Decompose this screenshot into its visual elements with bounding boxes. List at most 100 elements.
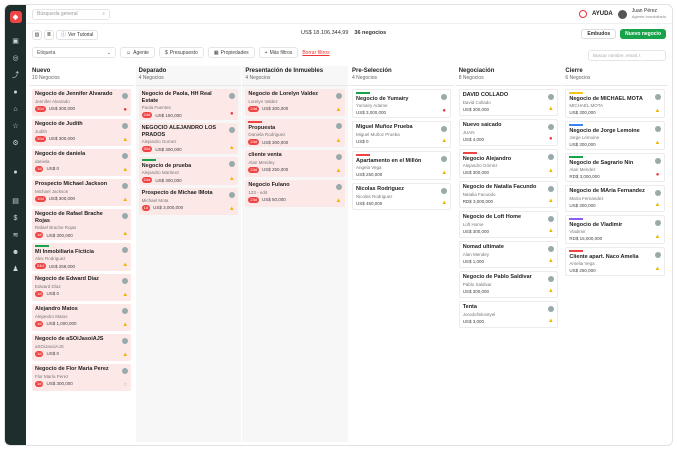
agent-avatar[interactable]: [335, 154, 342, 160]
global-search-input[interactable]: Búsqueda general ⌕: [32, 8, 110, 20]
agent-avatar[interactable]: [335, 184, 342, 190]
deal-card[interactable]: Negocio de Jorge Lemoine Jorge Lemoine US$…: [565, 121, 665, 150]
deal-card[interactable]: Negocio de Sagrario Nin Alan Mendez RD$ 3,…: [565, 153, 665, 182]
deal-card[interactable]: Negocio Alejandro Alejandro Gómez US$ 300,…: [458, 149, 558, 178]
team-icon[interactable]: ☻: [11, 248, 20, 257]
warning-icon[interactable]: ▲: [122, 352, 128, 358]
deal-card[interactable]: Negocio de MICHAEL MOTA MICHAEL MOTA US$ 3…: [565, 89, 665, 118]
app-logo[interactable]: ◆: [9, 11, 22, 23]
agent-avatar[interactable]: [547, 94, 554, 100]
agent-avatar[interactable]: [547, 246, 554, 252]
agents-icon[interactable]: ♟: [11, 265, 20, 274]
deal-card[interactable]: cliente venta Alan Mendey 24d US$ 250,000 ▲: [245, 150, 345, 177]
agent-avatar[interactable]: [547, 154, 554, 160]
deal-card[interactable]: Negocio de Yumairy Yumairy Adame US$ 3,000…: [352, 89, 452, 118]
new-deal-button[interactable]: Nuevo negocio: [620, 29, 666, 39]
warning-icon[interactable]: ▲: [122, 197, 128, 203]
deal-card[interactable]: Mi Inmobiliaria Ficticia Alex Rodriguez 24…: [32, 243, 132, 271]
warning-icon[interactable]: ▲: [336, 138, 342, 144]
budget-filter-button[interactable]: $ Presupuesto: [158, 47, 204, 58]
messages-icon[interactable]: ●: [11, 168, 20, 177]
warning-icon[interactable]: ▲: [548, 258, 554, 264]
agent-avatar[interactable]: [228, 161, 235, 167]
alert-icon[interactable]: ●: [229, 111, 235, 117]
deal-card[interactable]: Negocio de Edward Diaz Edward Díaz 1d US$ 0…: [32, 274, 132, 301]
tag-select[interactable]: Etiqueta ⌄: [32, 47, 116, 58]
dashboard-icon[interactable]: ▣: [11, 37, 20, 46]
deal-card[interactable]: Negocio de Vladimir Vladimir RD$ 15,000,00…: [565, 215, 665, 244]
warning-icon[interactable]: ▲: [122, 262, 128, 268]
tutorial-button[interactable]: ⓘ Ver Tutorial: [56, 29, 99, 40]
deal-card[interactable]: Negocio de Pablo Saldivar Pablo Saldivar U…: [458, 271, 558, 298]
agent-avatar[interactable]: [228, 93, 235, 99]
deal-card[interactable]: Alejandro Matos Alejandro Matos 1d US$ 1,00…: [32, 304, 132, 331]
alert-icon[interactable]: ●: [441, 108, 447, 114]
user-avatar[interactable]: [617, 9, 627, 19]
property-filter-button[interactable]: ▦ Propiedades: [207, 47, 255, 58]
deal-card[interactable]: Negocio de MAria Fernandez María Fernande…: [565, 185, 665, 212]
agent-avatar[interactable]: [547, 306, 554, 312]
favorites-icon[interactable]: ☆: [11, 122, 20, 131]
documents-icon[interactable]: ▤: [11, 197, 20, 206]
warning-icon[interactable]: ▲: [655, 266, 661, 272]
warning-icon[interactable]: ▲: [548, 288, 554, 294]
warning-icon[interactable]: ▲: [655, 108, 661, 114]
kanban-view-icon[interactable]: ▥: [32, 29, 42, 40]
deal-card[interactable]: Negocio de Judith Judith 30d US$ 300,000 ▲: [32, 119, 132, 146]
clock-icon[interactable]: ○: [122, 382, 128, 388]
agent-avatar[interactable]: [335, 123, 342, 129]
warning-icon[interactable]: ▲: [548, 318, 554, 324]
deal-card[interactable]: Negocio de Lorelyn Valdez Lorelyn Valdez 2…: [245, 89, 345, 116]
agent-avatar[interactable]: [228, 192, 235, 198]
warning-icon[interactable]: ▲: [122, 167, 128, 173]
warning-icon[interactable]: ▲: [229, 176, 235, 182]
warning-icon[interactable]: ▲: [441, 170, 447, 176]
pipeline-icon[interactable]: ⤴: [11, 71, 20, 80]
deal-card[interactable]: Negocio de Jennifer Alvarado Jennifer Alv…: [32, 89, 132, 116]
agent-avatar[interactable]: [654, 190, 661, 196]
more-filters-button[interactable]: + Más filtros: [258, 47, 299, 58]
deal-card[interactable]: Negocio de prueba Alejandro Martinez 24d US…: [138, 157, 238, 185]
deal-card[interactable]: Nuevo saicado JUAN US$ 4,000 ●: [458, 119, 558, 146]
clear-filters-link[interactable]: Borrar filtros: [302, 50, 329, 56]
settings-icon[interactable]: ⚙: [11, 139, 20, 148]
list-view-icon[interactable]: ≣: [44, 29, 54, 40]
deal-card[interactable]: Tenta Jorodofinkostyel US$ 3,000 ▲: [458, 301, 558, 328]
deal-card[interactable]: DAVID COLLADO David Collado US$ 300,000 ▲: [458, 89, 558, 116]
deal-card[interactable]: Negocio de Paola, HH Real Estate Paola Fu…: [138, 89, 238, 120]
warning-icon[interactable]: ▲: [655, 234, 661, 240]
deal-card[interactable]: Miguel Muñoz Prueba Miguel Muñoz Prueba US…: [352, 121, 452, 148]
warning-icon[interactable]: ▲: [441, 200, 447, 206]
agent-avatar[interactable]: [654, 158, 661, 164]
deal-card[interactable]: Negocio de daniela daniela 1d US$ 0 ▲: [32, 149, 132, 176]
deal-card[interactable]: Propuesta Daniela Rodriguez 24d US$ 300,000…: [245, 119, 345, 147]
warning-icon[interactable]: ▲: [229, 206, 235, 212]
help-link[interactable]: AYUDA: [592, 11, 613, 17]
finance-icon[interactable]: $: [11, 214, 20, 223]
embudos-button[interactable]: Embudos: [581, 29, 617, 39]
agent-filter-button[interactable]: ☺ Agente: [120, 47, 155, 58]
notification-bell-icon[interactable]: [578, 10, 587, 18]
deal-card[interactable]: Negocio de aSOiJasoiAJS aSOiJasoiAJS 1d US$…: [32, 334, 132, 361]
agent-avatar[interactable]: [654, 252, 661, 258]
warning-icon[interactable]: ▲: [336, 107, 342, 113]
properties-icon[interactable]: ⌂: [11, 105, 20, 114]
deal-card[interactable]: Negocio de Loft Home Loft Home US$ 300,000…: [458, 211, 558, 238]
deal-card[interactable]: Nicolas Rodriguez Nicolas Rodriguez US$ 45…: [352, 183, 452, 210]
alert-icon[interactable]: ●: [655, 172, 661, 178]
deal-card[interactable]: Cliente apart. Naco Amelia Amelia Vega US$…: [565, 247, 665, 276]
warning-icon[interactable]: ▲: [548, 228, 554, 234]
agent-avatar[interactable]: [654, 220, 661, 226]
agent-avatar[interactable]: [335, 93, 342, 99]
deal-card[interactable]: NEGOCIO ALEJANDRO LOS PRADOS Alejandro Go…: [138, 123, 238, 154]
deal-card[interactable]: Negocio de Natalia Facundo Natalia Facund…: [458, 181, 558, 208]
warning-icon[interactable]: ▲: [229, 145, 235, 151]
warning-icon[interactable]: ▲: [122, 231, 128, 237]
contacts-icon[interactable]: ●: [11, 88, 20, 97]
warning-icon[interactable]: ▲: [336, 168, 342, 174]
deal-card[interactable]: Nomad ultimate Alan Mendey US$ 1,000 ▲: [458, 241, 558, 268]
deal-card[interactable]: Prospecto Michael Jackson Michael Jackson…: [32, 179, 132, 206]
feed-icon[interactable]: ≋: [11, 231, 20, 240]
agent-avatar[interactable]: [547, 124, 554, 130]
warning-icon[interactable]: ▲: [655, 140, 661, 146]
